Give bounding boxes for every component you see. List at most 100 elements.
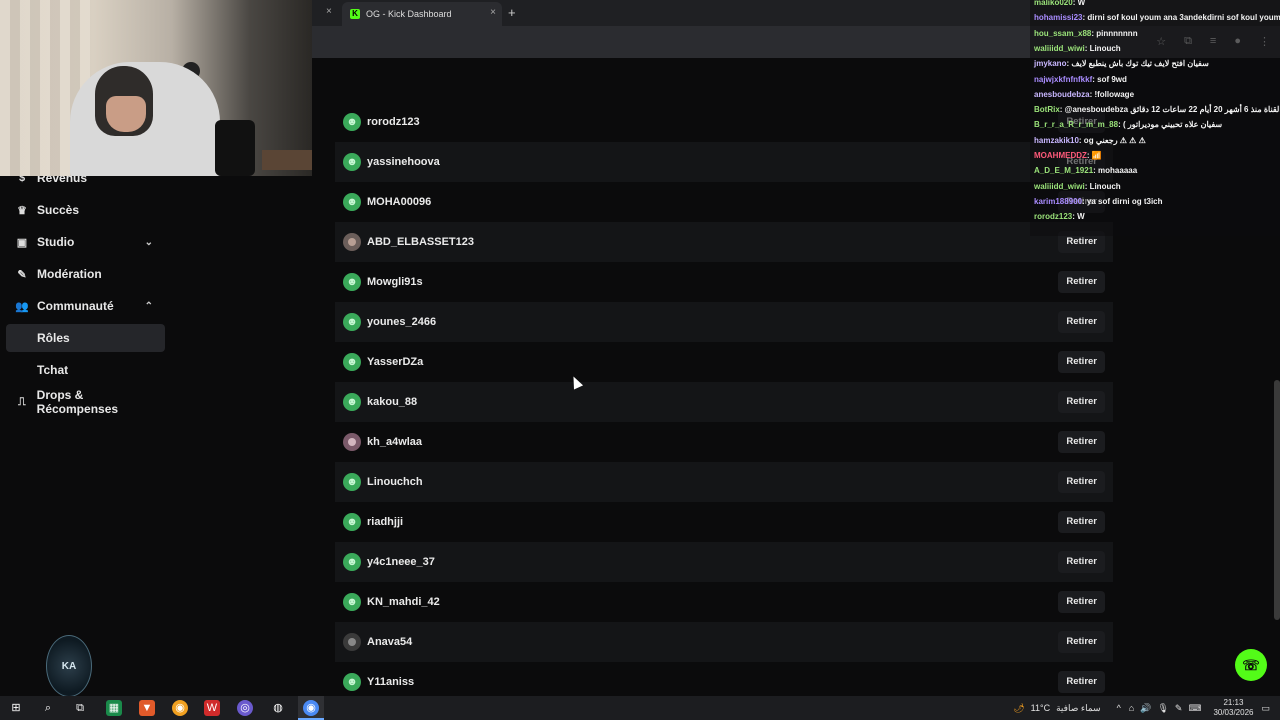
remove-member-button[interactable]: Retirer xyxy=(1058,631,1105,653)
sidebar-item-studio[interactable]: ▣ Studio ⌄ xyxy=(6,228,165,256)
chat-username[interactable]: A_D_E_M_1921 xyxy=(1034,166,1093,175)
avatar xyxy=(343,673,361,691)
member-row: Anava54 Retirer xyxy=(335,622,1113,662)
browser-tab[interactable]: K OG - Kick Dashboard × xyxy=(342,2,502,26)
member-row: yassinehoovaRetirer xyxy=(335,142,1113,182)
member-row: Linouchch Retirer xyxy=(335,462,1113,502)
chat-text: : mohaaaaa xyxy=(1093,166,1138,176)
chat-message: hou_ssam_x88: pinnnnnnn xyxy=(1034,29,1138,38)
remove-member-button[interactable]: Retirer xyxy=(1058,311,1105,333)
avatar xyxy=(343,593,361,611)
office-icon[interactable]: W xyxy=(204,700,220,716)
chat-text: : 📶 xyxy=(1086,151,1102,160)
chat-text: : ya sof dirni og t3ich xyxy=(1082,196,1163,206)
brave-icon[interactable]: ▼ xyxy=(139,700,155,716)
app-icon[interactable]: ◎ xyxy=(237,700,253,716)
keyboard-icon[interactable]: ⌨ xyxy=(1188,703,1201,714)
chrome-icon[interactable]: ◉ xyxy=(303,700,319,716)
member-username: Anava54 xyxy=(367,636,413,648)
sidebar-item-label: Drops & Récompenses xyxy=(36,388,119,416)
pen-icon[interactable]: ✎ xyxy=(1175,703,1183,714)
sidebar-item-communaute[interactable]: 👥 Communauté ⌃ xyxy=(6,292,165,320)
avatar xyxy=(343,553,361,571)
tray-chevron-icon[interactable]: ^ xyxy=(1117,703,1121,713)
task-view-icon[interactable]: ⧉ xyxy=(72,700,88,716)
chat-text: : سفيان افتح لايف تيك توك باش ينطبع لايف xyxy=(1066,59,1209,69)
chevron-down-icon: ⌄ xyxy=(144,236,153,248)
avatar xyxy=(343,193,361,211)
sidebar-item-tchat[interactable]: Tchat xyxy=(6,356,165,384)
chat-message: waliiidd_wiwi: Linouch xyxy=(1034,44,1121,53)
search-icon[interactable]: ⌕ xyxy=(40,700,56,716)
member-row: y4c1neee_37 Retirer xyxy=(335,542,1113,582)
chat-username[interactable]: hou_ssam_x88 xyxy=(1034,29,1091,38)
chat-username[interactable]: waliiidd_wiwi xyxy=(1034,44,1085,53)
remove-member-button[interactable]: Retirer xyxy=(1058,431,1105,453)
gift-icon: ⎍ xyxy=(17,395,26,408)
scrollbar[interactable] xyxy=(1274,380,1280,620)
chat-username[interactable]: waliiidd_wiwi xyxy=(1034,182,1085,191)
remove-member-button[interactable]: Retirer xyxy=(1058,671,1105,693)
browser-icon[interactable]: ◉ xyxy=(172,700,188,716)
chat-message: rorodz123: W xyxy=(1034,212,1085,221)
weather-icon[interactable]: 🌶 xyxy=(1013,703,1024,714)
tab-title: OG - Kick Dashboard xyxy=(366,9,452,19)
remove-member-button[interactable]: Retirer xyxy=(1058,351,1105,373)
chevron-up-icon: ⌃ xyxy=(144,300,153,312)
chat-username[interactable]: jmykano xyxy=(1034,59,1066,68)
chat-username[interactable]: najwjxkfnfnfkkf xyxy=(1034,75,1092,84)
chat-message: najwjxkfnfnfkkf: sof 9wd xyxy=(1034,75,1127,84)
member-username: y4c1neee_37 xyxy=(367,556,435,568)
sidebar-item-label: Communauté xyxy=(37,299,114,313)
notification-icon[interactable]: ▭ xyxy=(1261,703,1270,714)
member-username: younes_2466 xyxy=(367,316,437,328)
member-username: ABD_ELBASSET123 xyxy=(367,236,474,248)
remove-member-button[interactable]: Retirer xyxy=(1058,271,1105,293)
remove-member-button[interactable]: Retirer xyxy=(1058,391,1105,413)
member-username: kh_a4wlaa xyxy=(367,436,423,448)
sidebar-item-label: Modération xyxy=(37,267,102,281)
remove-member-button[interactable]: Retirer xyxy=(1058,471,1105,493)
avatar xyxy=(343,473,361,491)
support-chat-button[interactable]: ☏ xyxy=(1235,649,1267,681)
member-row: younes_2466 Retirer xyxy=(335,302,1113,342)
avatar xyxy=(343,513,361,531)
chat-message: karim188900: ya sof dirni og t3ich xyxy=(1034,197,1163,206)
remove-member-button[interactable]: Retirer xyxy=(1058,551,1105,573)
users-icon: 👥 xyxy=(15,300,29,313)
sidebar-item-roles[interactable]: Rôles xyxy=(6,324,165,352)
chat-username[interactable]: hamzakik10 xyxy=(1034,136,1079,145)
kick-favicon-icon: K xyxy=(350,9,360,19)
member-username: YasserDZa xyxy=(367,356,424,368)
windows-start-icon[interactable]: ⊞ xyxy=(8,700,24,716)
sidebar-item-label: Succès xyxy=(37,203,80,217)
sidebar-item-drops[interactable]: ⎍ Drops & Récompenses xyxy=(6,388,165,416)
store-icon[interactable]: ▦ xyxy=(106,700,122,716)
mic-icon[interactable]: 🎙 xyxy=(1157,703,1168,714)
sidebar-item-label: Tchat xyxy=(37,363,69,377)
clock[interactable]: 21:13 30/03/2026 xyxy=(1213,698,1253,718)
chat-text: : W xyxy=(1072,212,1085,222)
sidebar-item-moderation[interactable]: ✎ Modération xyxy=(6,260,165,288)
chat-username[interactable]: anesboudebza xyxy=(1034,90,1090,99)
new-tab-button[interactable]: + xyxy=(508,5,516,20)
chat-username[interactable]: rorodz123 xyxy=(1034,212,1072,221)
volume-icon[interactable]: 🔊 xyxy=(1140,703,1151,714)
close-icon[interactable]: × xyxy=(326,6,332,17)
chat-username[interactable]: maliko020 xyxy=(1034,0,1073,7)
studio-icon: ▣ xyxy=(16,236,28,249)
sidebar-item-label: Studio xyxy=(37,235,75,249)
chat-username[interactable]: MOAHMEDDZ xyxy=(1034,151,1087,160)
chat-username[interactable]: hohamissi23 xyxy=(1034,13,1082,22)
chat-username[interactable]: BotRix xyxy=(1034,105,1060,114)
network-icon[interactable]: ⌂ xyxy=(1129,703,1134,713)
chat-username[interactable]: B_r_r_a_R_r_m_m_88 xyxy=(1034,120,1118,129)
tab-close-icon[interactable]: × xyxy=(490,7,496,18)
remove-member-button[interactable]: Retirer xyxy=(1058,591,1105,613)
remove-member-button[interactable]: Retirer xyxy=(1058,511,1105,533)
member-row: Mowgli91s Retirer xyxy=(335,262,1113,302)
chat-username[interactable]: karim188900 xyxy=(1034,197,1082,206)
obs-icon[interactable]: ◍ xyxy=(270,700,286,716)
chat-message: B_r_r_a_R_r_m_m_88: ( سفيان علاه تحبيني … xyxy=(1034,120,1222,129)
sidebar-item-succes[interactable]: ♛ Succès xyxy=(6,196,165,224)
